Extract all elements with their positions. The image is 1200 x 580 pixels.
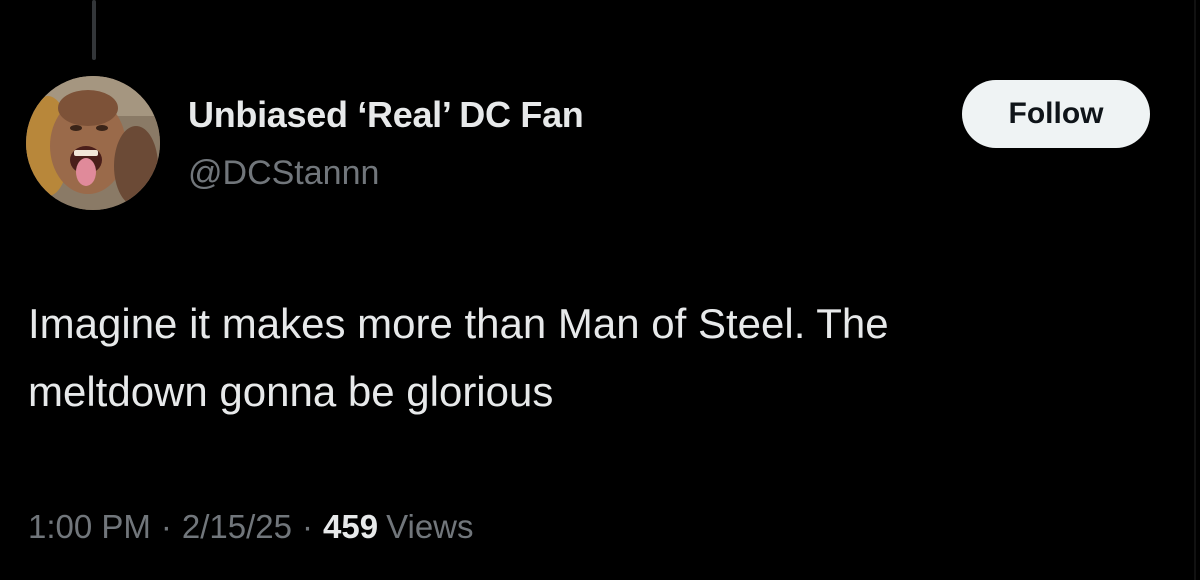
scroll-edge [1194,0,1196,580]
separator-dot: · [160,508,172,545]
tweet-text-line-1: Imagine it makes more than Man of Steel.… [28,300,889,347]
profile-photo-icon [26,76,160,210]
tweet-time[interactable]: 1:00 PM [28,508,151,546]
views-count[interactable]: 459 [323,508,378,546]
tweet-metadata: 1:00 PM · 2/15/25 · 459 Views [28,508,474,546]
tweet-date[interactable]: 2/15/25 [182,508,292,546]
tweet-text: Imagine it makes more than Man of Steel.… [28,290,1158,426]
thread-connector-line [92,0,96,60]
author-handle[interactable]: @DCStannn [188,154,379,193]
tweet-text-line-2: meltdown gonna be glorious [28,368,554,415]
avatar[interactable] [26,76,160,210]
author-display-name[interactable]: Unbiased ‘Real’ DC Fan [188,94,584,136]
separator-dot: · [302,508,314,545]
follow-button[interactable]: Follow [962,80,1150,148]
tweet-view: { "tweet": { "author": { "display_name":… [0,0,1200,580]
views-label: Views [386,508,474,545]
